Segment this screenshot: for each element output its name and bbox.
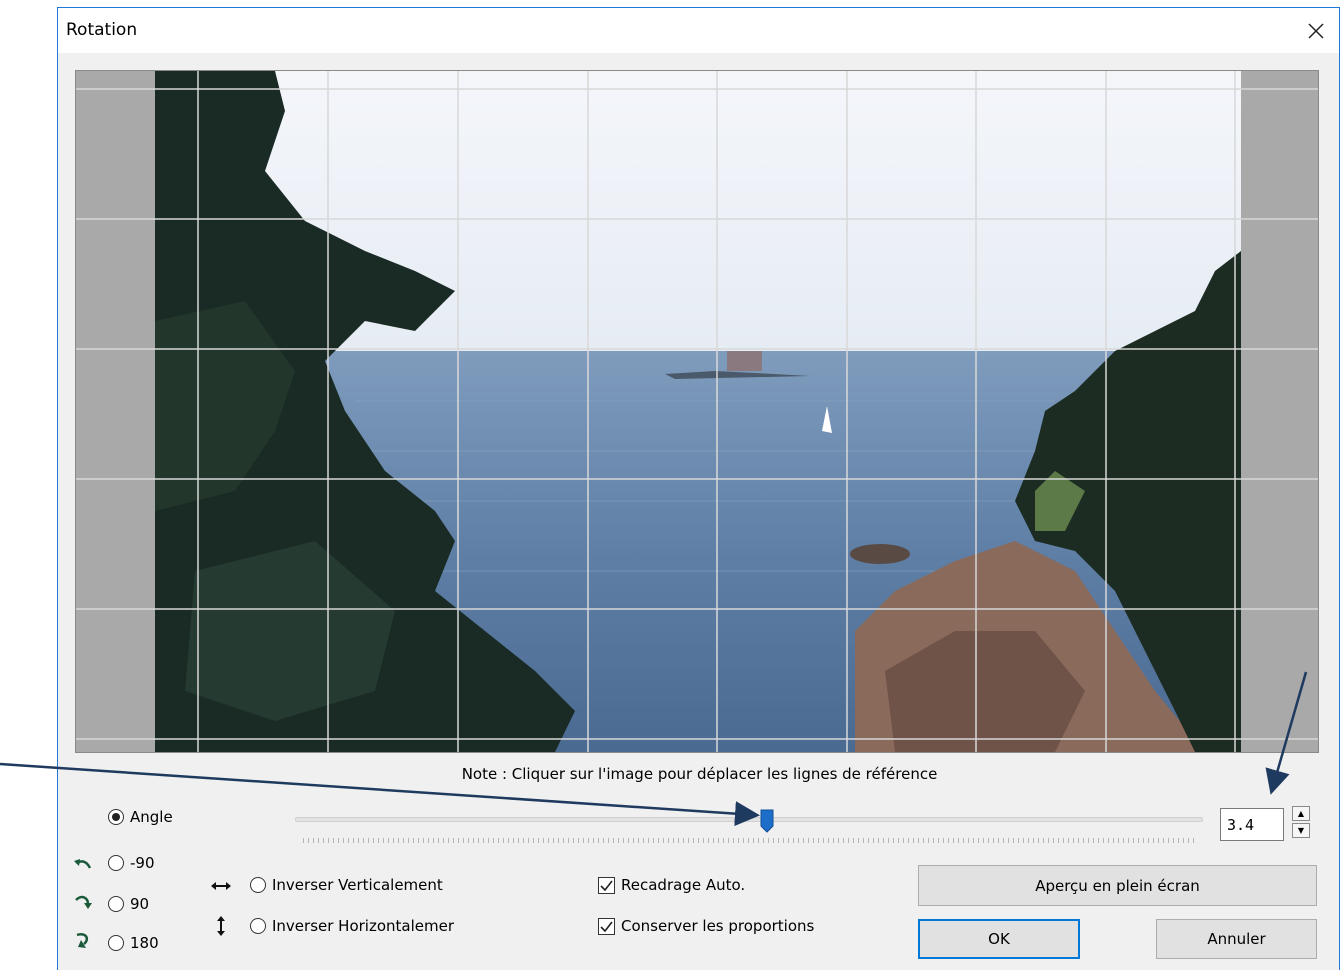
rotate-left-icon	[74, 859, 92, 869]
close-icon	[1308, 23, 1324, 39]
auto-crop-label: Recadrage Auto.	[621, 876, 746, 894]
rotate-180-option[interactable]: 180	[108, 934, 159, 952]
keep-ratio-option[interactable]: Conserver les proportions	[598, 917, 814, 935]
image-preview[interactable]	[75, 70, 1319, 753]
flip-horizontal-radio[interactable]	[250, 918, 266, 934]
slider-thumb[interactable]	[760, 809, 774, 833]
rotate-minus-90-label: -90	[130, 854, 155, 872]
cancel-button[interactable]: Annuler	[1156, 919, 1317, 959]
checkmark-icon	[600, 921, 613, 932]
angle-radio[interactable]	[108, 809, 124, 825]
angle-option[interactable]: Angle	[108, 808, 173, 826]
keep-ratio-label: Conserver les proportions	[621, 917, 815, 935]
slider-ticks	[303, 838, 1195, 843]
angle-value-input[interactable]: 3.4	[1220, 808, 1284, 841]
slider-track	[295, 817, 1203, 822]
fullscreen-preview-button[interactable]: Aperçu en plein écran	[918, 865, 1317, 906]
flip-horizontal-option[interactable]: Inverser Horizontalemer	[250, 917, 454, 935]
keep-ratio-checkbox[interactable]	[598, 917, 615, 935]
checkmark-icon	[600, 880, 613, 891]
angle-label: Angle	[130, 808, 173, 826]
rotate-180-radio[interactable]	[108, 935, 124, 951]
auto-crop-option[interactable]: Recadrage Auto.	[598, 876, 745, 894]
flip-vertical-option[interactable]: Inverser Verticalement	[250, 876, 443, 894]
rotate-90-radio[interactable]	[108, 896, 124, 912]
horizontal-arrows-icon	[211, 882, 231, 890]
close-button[interactable]	[1299, 14, 1333, 48]
rotate-180-icon	[76, 933, 89, 948]
rotation-dialog: Rotation Note: Cliquer sur l'image pour…	[57, 7, 1340, 970]
angle-spinner[interactable]: ▲ ▼	[1292, 806, 1312, 840]
rotate-minus-90-option[interactable]: -90	[108, 854, 155, 872]
flip-vertical-radio[interactable]	[250, 877, 266, 893]
dialog-title: Rotation	[66, 20, 138, 40]
ok-button[interactable]: OK	[918, 919, 1080, 959]
title-bar: Rotation	[58, 8, 1339, 53]
auto-crop-checkbox[interactable]	[598, 876, 615, 894]
angle-slider[interactable]	[295, 808, 1203, 848]
rotate-minus-90-radio[interactable]	[108, 855, 124, 871]
flip-horizontal-label: Inverser Horizontalemer	[272, 917, 455, 935]
reference-lines-note: Note : Cliquer sur l'image pour déplacer…	[461, 765, 938, 783]
rotate-90-option[interactable]: 90	[108, 895, 149, 913]
spin-down-button[interactable]: ▼	[1292, 823, 1310, 838]
spin-up-button[interactable]: ▲	[1292, 806, 1310, 821]
vertical-arrows-icon	[217, 916, 225, 936]
rotate-right-icon	[75, 895, 92, 909]
reference-grid	[76, 71, 1318, 752]
flip-vertical-label: Inverser Verticalement	[272, 876, 443, 894]
rotate-90-label: 90	[130, 895, 150, 913]
rotate-180-label: 180	[130, 934, 159, 952]
